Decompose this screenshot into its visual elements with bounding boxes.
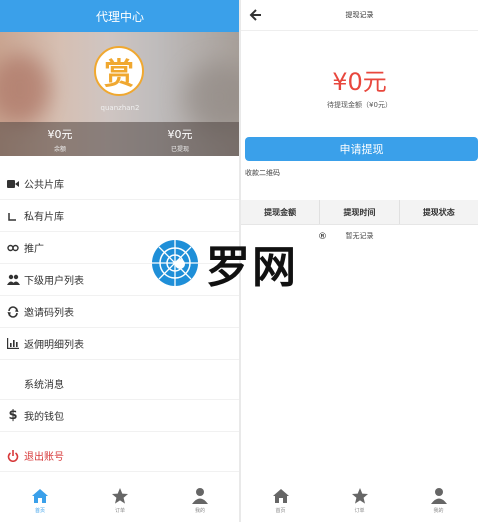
- qr-code-label[interactable]: 收款二维码: [245, 168, 280, 178]
- folder-icon: [6, 209, 20, 223]
- bottom-tab-bar: 首页 订单 我的: [241, 478, 478, 522]
- logout-button[interactable]: 退出账号: [0, 440, 240, 472]
- star-icon: [112, 487, 128, 504]
- menu-label: 私有片库: [24, 212, 64, 223]
- profile-card: 赏 quanzhan2 ¥0元 余额 ¥0元 已提现: [0, 32, 240, 156]
- menu-label: 公共片库: [24, 180, 64, 191]
- username: quanzhan2: [100, 104, 140, 112]
- power-icon: [6, 449, 20, 463]
- tab-orders[interactable]: 订单: [320, 478, 399, 522]
- video-camera-icon: [6, 177, 20, 191]
- tab-home[interactable]: 首页: [0, 478, 80, 522]
- tab-home[interactable]: 首页: [241, 478, 320, 522]
- menu-item-public-library[interactable]: 公共片库: [0, 168, 240, 200]
- menu-label: 返佣明细列表: [24, 340, 84, 351]
- column-header: 提现时间: [320, 200, 400, 224]
- tab-label: 我的: [194, 507, 205, 514]
- balance-stats: ¥0元 余额 ¥0元 已提现: [0, 122, 240, 156]
- menu-item-wallet[interactable]: $ 我的钱包: [0, 400, 240, 432]
- menu-label: 系统消息: [24, 380, 64, 391]
- record-table-header: 提现金额 提现时间 提现状态: [241, 200, 478, 225]
- tab-label: 我的: [433, 507, 444, 514]
- avatar-glyph: 赏: [104, 57, 134, 92]
- tab-orders[interactable]: 订单: [80, 478, 160, 522]
- watermark: 罗网: [150, 232, 328, 294]
- page-title: 提现记录: [345, 11, 374, 19]
- star-icon: [351, 487, 368, 504]
- tab-label: 首页: [275, 507, 286, 514]
- tab-profile[interactable]: 我的: [160, 478, 240, 522]
- menu-list: 公共片库 私有片库 推广 下级用户列表 邀请码列表 返佣明细列表 系统消息 $ …: [0, 168, 240, 472]
- menu-item-invite-codes[interactable]: 邀请码列表: [0, 296, 240, 328]
- tab-profile[interactable]: 我的: [399, 478, 478, 522]
- dollar-icon: $: [8, 408, 18, 423]
- tab-label: 订单: [114, 507, 125, 514]
- withdrawn-label: 已提现: [170, 146, 189, 153]
- refresh-icon: [6, 305, 20, 319]
- menu-label: 推广: [24, 244, 44, 255]
- user-icon: [430, 487, 447, 504]
- column-header: 提现状态: [422, 207, 455, 217]
- withdrawn-stat: ¥0元 已提现: [120, 122, 240, 156]
- menu-item-commission[interactable]: 返佣明细列表: [0, 328, 240, 360]
- withdrawable-amount: ¥0元: [332, 68, 387, 96]
- balance-label: 余额: [53, 146, 66, 153]
- balance-stat: ¥0元 余额: [0, 122, 120, 156]
- menu-item-messages[interactable]: 系统消息: [0, 368, 240, 400]
- menu-label: 下级用户列表: [24, 276, 84, 287]
- page-title: 代理中心: [0, 0, 240, 32]
- bar-chart-icon: [6, 337, 20, 351]
- share-link-icon: [6, 241, 20, 255]
- background-blur: [0, 54, 50, 124]
- watermark-text: 罗网: [206, 242, 298, 293]
- menu-label: 我的钱包: [24, 412, 64, 423]
- menu-item-private-library[interactable]: 私有片库: [0, 200, 240, 232]
- balance-value: ¥0元: [47, 128, 73, 141]
- apply-withdraw-button[interactable]: 申请提现: [245, 137, 478, 161]
- home-icon: [32, 488, 48, 503]
- bell-icon: [6, 377, 20, 391]
- avatar[interactable]: 赏: [94, 46, 144, 96]
- menu-label: 邀请码列表: [24, 308, 74, 319]
- tab-label: 订单: [354, 507, 365, 514]
- menu-label: 退出账号: [24, 452, 64, 463]
- back-arrow-icon[interactable]: [247, 7, 263, 23]
- column-header: 提现金额: [241, 200, 321, 224]
- pending-amount: 待提现金额（¥0元）: [327, 101, 392, 109]
- registered-mark: ®: [318, 232, 327, 242]
- tab-label: 首页: [34, 507, 45, 514]
- bottom-tab-bar: 首页 订单 我的: [0, 478, 240, 522]
- users-icon: [6, 273, 20, 287]
- user-icon: [192, 487, 208, 504]
- home-icon: [272, 488, 289, 503]
- header-bar: 提现记录: [241, 0, 478, 31]
- spider-logo-icon: [152, 240, 198, 286]
- withdrawn-value: ¥0元: [167, 128, 193, 141]
